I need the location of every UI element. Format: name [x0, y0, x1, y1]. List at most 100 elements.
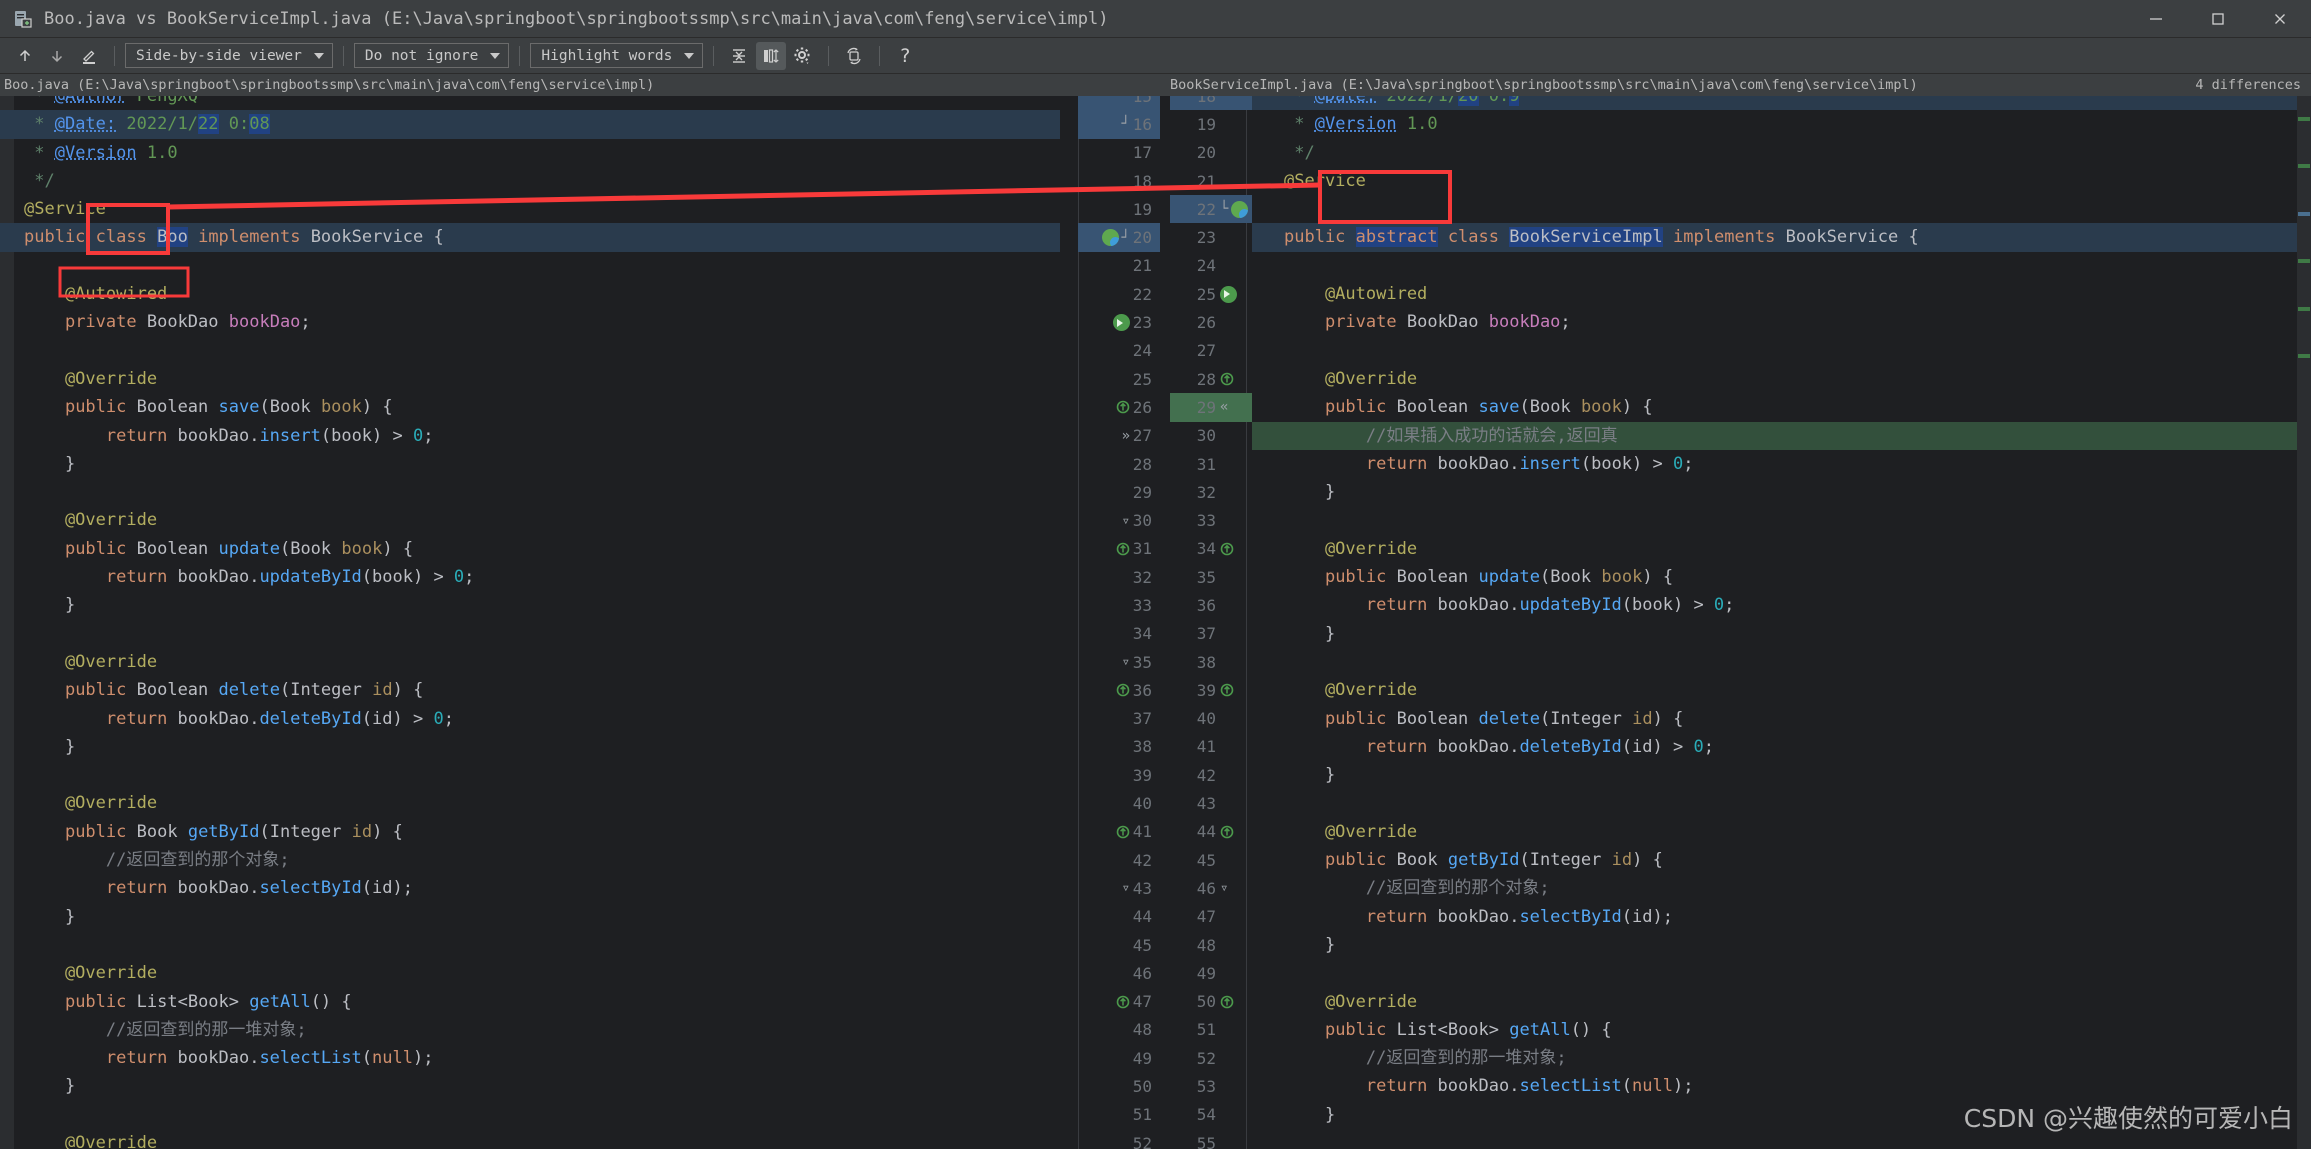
- code-line[interactable]: @Override: [1252, 818, 2311, 846]
- code-line[interactable]: [1252, 648, 2311, 676]
- code-line[interactable]: }: [0, 903, 1060, 931]
- code-line[interactable]: @Override: [1252, 676, 2311, 704]
- code-line[interactable]: * @Version 1.0: [1252, 110, 2311, 138]
- gutter-row[interactable]: ┘ 16 19: [1060, 110, 1252, 139]
- gutter-row[interactable]: ▿ 30 33: [1060, 506, 1252, 534]
- code-line[interactable]: public Boolean update(Book book) {: [1252, 563, 2311, 591]
- code-line[interactable]: public Book getById(Integer id) {: [1252, 846, 2311, 874]
- override-method-icon[interactable]: [1220, 683, 1234, 697]
- spring-bean-icon[interactable]: [1231, 200, 1249, 218]
- highlight-policy-select[interactable]: Highlight words: [530, 43, 704, 68]
- code-line[interactable]: public Boolean update(Book book) {: [0, 535, 1060, 563]
- gutter-row[interactable]: 17 20: [1060, 139, 1252, 167]
- code-line[interactable]: @Service: [1252, 167, 2311, 195]
- code-line[interactable]: @Autowired: [1252, 280, 2311, 308]
- gear-icon[interactable]: [788, 42, 818, 70]
- next-difference-button[interactable]: [42, 42, 72, 70]
- code-line[interactable]: return bookDao.selectById(id);: [0, 874, 1060, 902]
- code-line[interactable]: @Override: [0, 365, 1060, 393]
- code-line[interactable]: private BookDao bookDao;: [1252, 308, 2311, 336]
- gutter-row[interactable]: 36 39: [1060, 676, 1252, 704]
- gutter-row[interactable]: 41 44: [1060, 818, 1252, 846]
- scrollbar-change-marker[interactable]: [2298, 259, 2310, 264]
- override-method-icon[interactable]: [1220, 542, 1234, 556]
- code-line[interactable]: //如果插入成功的话就会,返回真: [1252, 421, 2311, 450]
- code-line[interactable]: [1252, 959, 2311, 987]
- gutter-row[interactable]: 40 43: [1060, 789, 1252, 817]
- code-line[interactable]: }: [1252, 761, 2311, 789]
- gutter-row[interactable]: 19 22 └: [1060, 195, 1252, 224]
- left-editor-pane[interactable]: * @Author FengXQ * @Date: 2022/1/22 0:08…: [0, 96, 1060, 1149]
- collapse-unchanged-icon[interactable]: [724, 42, 754, 70]
- gutter-row[interactable]: 31 34: [1060, 535, 1252, 563]
- code-line[interactable]: * @Version 1.0: [0, 139, 1060, 167]
- gutter-row[interactable]: 24 27: [1060, 337, 1252, 365]
- code-line[interactable]: [0, 337, 1060, 365]
- code-line[interactable]: return bookDao.selectList(null);: [1252, 1072, 2311, 1100]
- code-line[interactable]: @Override: [0, 1129, 1060, 1149]
- code-line[interactable]: return bookDao.insert(book) > 0;: [0, 422, 1060, 450]
- gutter-row[interactable]: 51 54: [1060, 1101, 1252, 1129]
- maximize-button[interactable]: [2187, 0, 2249, 38]
- code-line[interactable]: [0, 478, 1060, 506]
- override-method-icon[interactable]: [1220, 995, 1234, 1009]
- run-method-icon[interactable]: [1220, 285, 1237, 303]
- code-line[interactable]: * @Author FengXQ: [0, 96, 1060, 110]
- fold-arrow-up-icon[interactable]: └: [1220, 96, 1228, 104]
- gutter-row[interactable]: 23 26: [1060, 308, 1252, 336]
- gutter-row[interactable]: 33 36: [1060, 591, 1252, 619]
- code-line[interactable]: */: [0, 167, 1060, 195]
- override-method-icon[interactable]: [1220, 825, 1234, 839]
- override-method-icon[interactable]: [1220, 372, 1234, 386]
- whitespace-columns-icon[interactable]: [756, 41, 787, 70]
- gutter-row[interactable]: 42 45: [1060, 846, 1252, 874]
- code-line[interactable]: [0, 252, 1060, 280]
- close-button[interactable]: [2249, 0, 2311, 38]
- code-line[interactable]: public List<Book> getAll() {: [0, 988, 1060, 1016]
- code-line[interactable]: @Override: [1252, 535, 2311, 563]
- code-line[interactable]: }: [0, 1072, 1060, 1100]
- gutter-row[interactable]: ┘ 20 23: [1060, 223, 1252, 252]
- minimize-button[interactable]: [2125, 0, 2187, 38]
- code-line[interactable]: public Boolean save(Book book) {: [0, 393, 1060, 421]
- code-line[interactable]: * @Date: 2022/1/20 0:9: [1252, 96, 2311, 111]
- code-line[interactable]: [1252, 789, 2311, 817]
- code-line[interactable]: @Service: [0, 195, 1060, 223]
- code-line[interactable]: @Override: [0, 506, 1060, 534]
- sync-scroll-icon[interactable]: [839, 42, 869, 70]
- code-line[interactable]: public List<Book> getAll() {: [1252, 1016, 2311, 1044]
- gutter-row[interactable]: » 27 30: [1060, 422, 1252, 450]
- code-line[interactable]: return bookDao.insert(book) > 0;: [1252, 450, 2311, 478]
- gutter-row[interactable]: 39 42: [1060, 761, 1252, 789]
- code-line[interactable]: return bookDao.deleteById(id) > 0;: [0, 705, 1060, 733]
- scrollbar-change-marker[interactable]: [2298, 117, 2310, 122]
- code-line[interactable]: public abstract class BookServiceImpl im…: [1252, 223, 2311, 252]
- gutter-row[interactable]: 46 49: [1060, 959, 1252, 987]
- scrollbar-change-marker[interactable]: [2298, 353, 2310, 358]
- gutter-row[interactable]: 52 55: [1060, 1129, 1252, 1149]
- previous-difference-button[interactable]: [10, 42, 40, 70]
- code-line[interactable]: public class Boo implements BookService …: [0, 223, 1060, 252]
- code-line[interactable]: }: [0, 450, 1060, 478]
- code-line[interactable]: //返回查到的那一堆对象;: [0, 1016, 1060, 1044]
- right-editor-pane[interactable]: * @Date: 2022/1/20 0:9 * @Version 1.0 */…: [1252, 96, 2311, 1149]
- scrollbar-change-marker[interactable]: [2298, 306, 2310, 311]
- code-line[interactable]: }: [0, 591, 1060, 619]
- vertical-scrollbar[interactable]: [2297, 96, 2311, 1149]
- code-line[interactable]: //返回查到的那个对象;: [1252, 874, 2311, 902]
- edit-pencil-button[interactable]: [74, 42, 104, 70]
- code-fold-icon[interactable]: ▿: [1220, 880, 1228, 896]
- diff-gutter[interactable]: 15 18 └ ┘ 16 19 17 20 18 21 19 22 └ ┘ 20 23 21 24 22 25 23 26…: [1060, 96, 1252, 1149]
- gutter-row[interactable]: 29 32: [1060, 478, 1252, 506]
- code-line[interactable]: return bookDao.selectById(id);: [1252, 903, 2311, 931]
- code-line[interactable]: return bookDao.selectList(null);: [0, 1044, 1060, 1072]
- gutter-row[interactable]: 28 31: [1060, 450, 1252, 478]
- gutter-row[interactable]: 22 25: [1060, 280, 1252, 308]
- gutter-row[interactable]: 38 41: [1060, 733, 1252, 761]
- code-line[interactable]: * @Date: 2022/1/22 0:08: [0, 110, 1060, 139]
- code-line[interactable]: */: [1252, 139, 2311, 167]
- gutter-row[interactable]: 49 52: [1060, 1044, 1252, 1072]
- gutter-row[interactable]: 44 47: [1060, 903, 1252, 931]
- code-line[interactable]: @Override: [1252, 988, 2311, 1016]
- gutter-row[interactable]: 34 37: [1060, 620, 1252, 648]
